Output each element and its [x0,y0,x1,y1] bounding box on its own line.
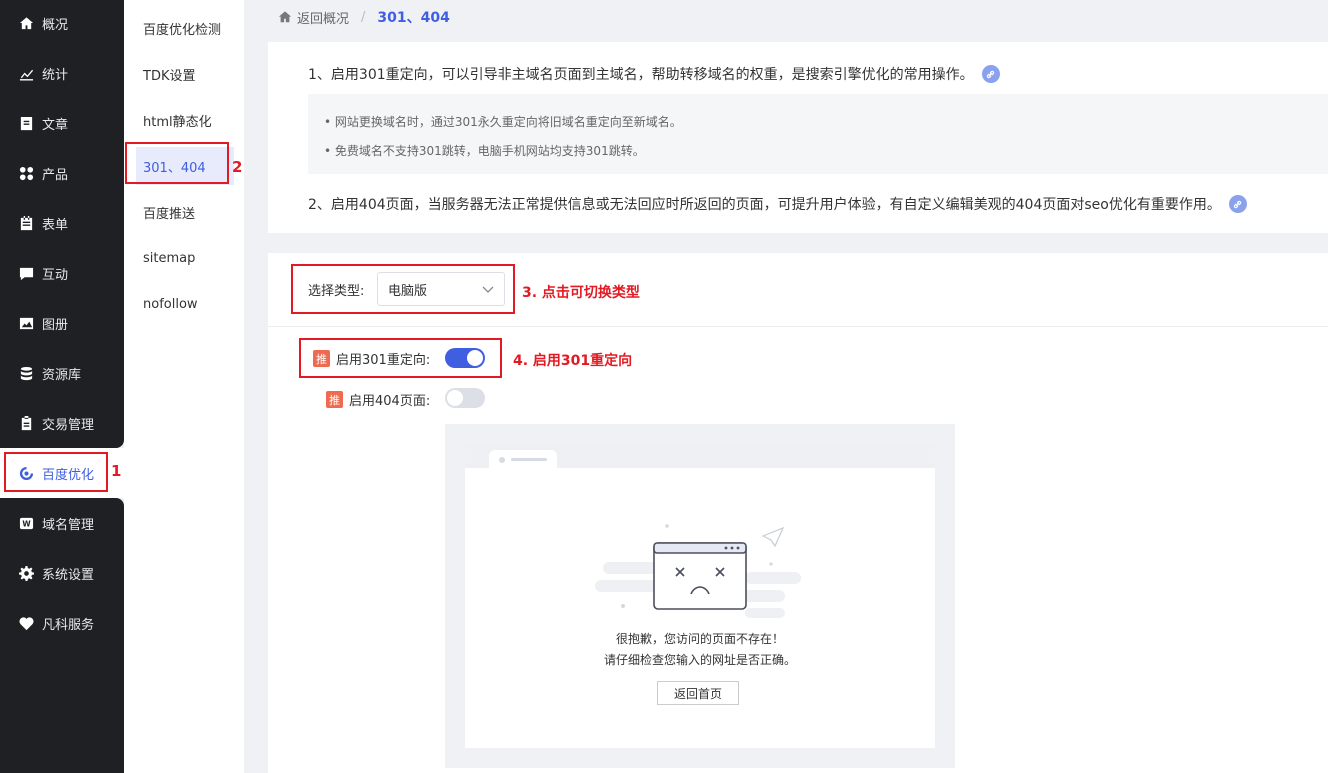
back-home-button[interactable]: 返回首页 [657,681,739,705]
svg-text:W: W [22,519,31,528]
breadcrumb-separator: / [361,9,366,25]
switch-knob [447,390,463,406]
nav-item-stats[interactable]: 统计 [0,48,124,98]
nav-item-gallery[interactable]: 图册 [0,298,124,348]
database-icon [18,365,34,381]
info-card: 1、启用301重定向，可以引导非主域名页面到主域名，帮助转移域名的权重，是搜索引… [268,42,1328,233]
breadcrumb: 返回概况 / 301、404 [278,6,450,28]
annotation-box-4 [299,338,502,378]
gear-icon [18,565,34,581]
breadcrumb-back-link[interactable]: 返回概况 [297,8,349,27]
heart-icon [18,615,34,631]
sub-nav: 百度优化检测 TDK设置 html静态化 301、404 百度推送 sitema… [124,0,244,773]
note-item: • 免费域名不支持301跳转，电脑手机网站均支持301跳转。 [324,144,645,158]
nav-item-resources[interactable]: 资源库 [0,348,124,398]
info-notes: • 网站更换域名时，通过301永久重定向将旧域名重定向至新域名。 • 免费域名不… [308,94,1328,174]
annotation-text-4: 4. 启用301重定向 [513,353,633,369]
nav-item-trade[interactable]: 交易管理 [0,398,124,448]
subnav-item-seo-check[interactable]: 百度优化检测 [136,9,234,47]
nav-item-interact[interactable]: 互动 [0,248,124,298]
chat-icon [18,265,34,281]
nav-item-overview[interactable]: 概况 [0,0,124,48]
page404-switch[interactable] [445,388,485,408]
subnav-item-baidu-push[interactable]: 百度推送 [136,193,234,231]
subnav-item-tdk[interactable]: TDK设置 [136,55,234,93]
divider [268,326,1328,327]
recommend-tag: 推 [326,391,343,408]
page404-row: 推 启用404页面: [326,390,430,409]
page404-label: 启用404页面: [349,394,431,409]
breadcrumb-current: 301、404 [377,10,450,26]
preview-browser: 很抱歉，您访问的页面不存在！ 请仔细检查您输入的网址是否正确。 返回首页 [465,444,935,748]
nav-item-products[interactable]: 产品 [0,148,124,198]
domain-icon: W [18,515,34,531]
home-icon [278,10,292,24]
annotation-box-2 [125,142,229,184]
nav-item-forms[interactable]: 表单 [0,198,124,248]
nav-item-articles[interactable]: 文章 [0,98,124,148]
annotation-box-3 [291,264,515,314]
home-icon [18,15,34,31]
nav-item-settings[interactable]: 系统设置 [0,548,124,598]
not-found-message: 很抱歉，您访问的页面不存在！ [615,632,784,646]
browser-tab [489,450,557,468]
info-404: 2、启用404页面，当服务器无法正常提供信息或无法回应时所返回的页面，可提升用户… [308,194,1247,214]
annotation-number-1: 1 [111,462,122,480]
nav-item-domain[interactable]: W 域名管理 [0,498,124,548]
page404-preview: 很抱歉，您访问的页面不存在！ 请仔细检查您输入的网址是否正确。 返回首页 [445,424,955,768]
gallery-icon [18,315,34,331]
article-icon [18,115,34,131]
subnav-item-html-static[interactable]: html静态化 [136,101,234,139]
annotation-number-2: 2 [232,158,243,176]
settings-card: 选择类型: 电脑版 推 启用301重定向: 推 启用404页面: 很抱歉，您访问… [268,253,1328,773]
annotation-box-1 [4,452,108,492]
annotation-text-3: 3. 点击可切换类型 [522,285,640,301]
not-found-illustration [595,524,801,618]
browser-topbar [465,444,935,468]
chart-icon [18,65,34,81]
link-icon[interactable] [981,65,1000,83]
info-301: 1、启用301重定向，可以引导非主域名页面到主域名，帮助转移域名的权重，是搜索引… [308,64,1000,84]
subnav-item-sitemap[interactable]: sitemap [136,239,234,277]
not-found-hint: 请仔细检查您输入的网址是否正确。 [603,653,796,667]
grid-icon [18,165,34,181]
nav-item-service[interactable]: 凡科服务 [0,598,124,648]
subnav-item-nofollow[interactable]: nofollow [136,285,234,323]
note-item: • 网站更换域名时，通过301永久重定向将旧域名重定向至新域名。 [324,115,682,129]
clipboard-icon [18,415,34,431]
form-icon [18,215,34,231]
link-icon[interactable] [1228,195,1247,213]
